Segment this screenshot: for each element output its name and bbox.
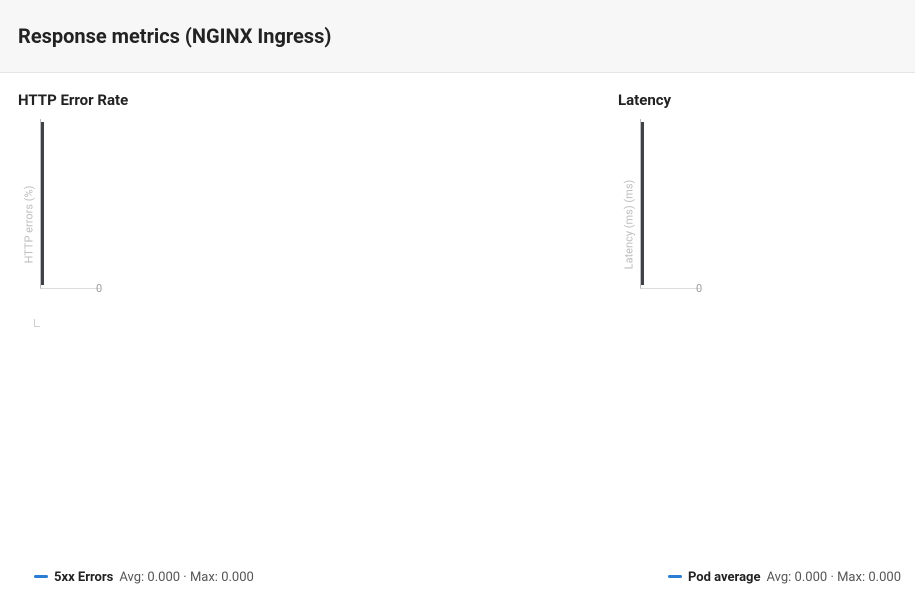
metrics-panel: Response metrics (NGINX Ingress) HTTP Er… bbox=[0, 0, 915, 603]
legend-avg-value: 0.000 bbox=[795, 570, 828, 585]
y-axis-label: HTTP errors (%) bbox=[20, 119, 38, 329]
legend-sep: · bbox=[183, 570, 186, 585]
panel-title: Response metrics (NGINX Ingress) bbox=[18, 24, 897, 48]
legend-series-name: 5xx Errors bbox=[54, 570, 113, 585]
legend-swatch-icon bbox=[668, 575, 682, 578]
legend-max-label: Max: bbox=[837, 570, 865, 585]
chart-latency: Latency Latency (ms) (ms) 0 bbox=[618, 91, 898, 603]
chart-plot: Latency (ms) (ms) 0 bbox=[618, 119, 898, 329]
plot-area bbox=[640, 119, 700, 289]
chart-title: Latency bbox=[618, 91, 898, 109]
legend-series-name: Pod average bbox=[688, 570, 761, 585]
y-axis-label: Latency (ms) (ms) bbox=[620, 119, 638, 329]
y-axis-label-text: Latency (ms) (ms) bbox=[623, 179, 636, 269]
y-tick-0: 0 bbox=[696, 282, 702, 295]
legend-http-error-rate: 5xx Errors Avg: 0.000 · Max: 0.000 bbox=[34, 570, 254, 585]
legend-max-value: 0.000 bbox=[221, 570, 254, 585]
panel-body: HTTP Error Rate HTTP errors (%) 0 Latenc… bbox=[0, 73, 915, 603]
chart-title: HTTP Error Rate bbox=[18, 91, 618, 109]
legend-avg-value: 0.000 bbox=[147, 570, 180, 585]
legend-stats: Avg: 0.000 · Max: 0.000 bbox=[766, 570, 901, 585]
legend-max-value: 0.000 bbox=[868, 570, 901, 585]
y-tick-0: 0 bbox=[96, 282, 102, 295]
y-axis-label-text: HTTP errors (%) bbox=[23, 185, 36, 263]
legend-max-label: Max: bbox=[190, 570, 218, 585]
legend-stats: Avg: 0.000 · Max: 0.000 bbox=[119, 570, 254, 585]
panel-header: Response metrics (NGINX Ingress) bbox=[0, 0, 915, 73]
legend-sep: · bbox=[830, 570, 833, 585]
axis-tick-icon bbox=[34, 319, 40, 327]
chart-plot: HTTP errors (%) 0 bbox=[18, 119, 618, 329]
legend-avg-label: Avg: bbox=[766, 570, 791, 585]
legend-avg-label: Avg: bbox=[119, 570, 144, 585]
plot-area bbox=[40, 119, 100, 289]
legend-swatch-icon bbox=[34, 575, 48, 578]
chart-http-error-rate: HTTP Error Rate HTTP errors (%) 0 bbox=[18, 91, 618, 603]
legend-latency: Pod average Avg: 0.000 · Max: 0.000 bbox=[668, 570, 901, 585]
